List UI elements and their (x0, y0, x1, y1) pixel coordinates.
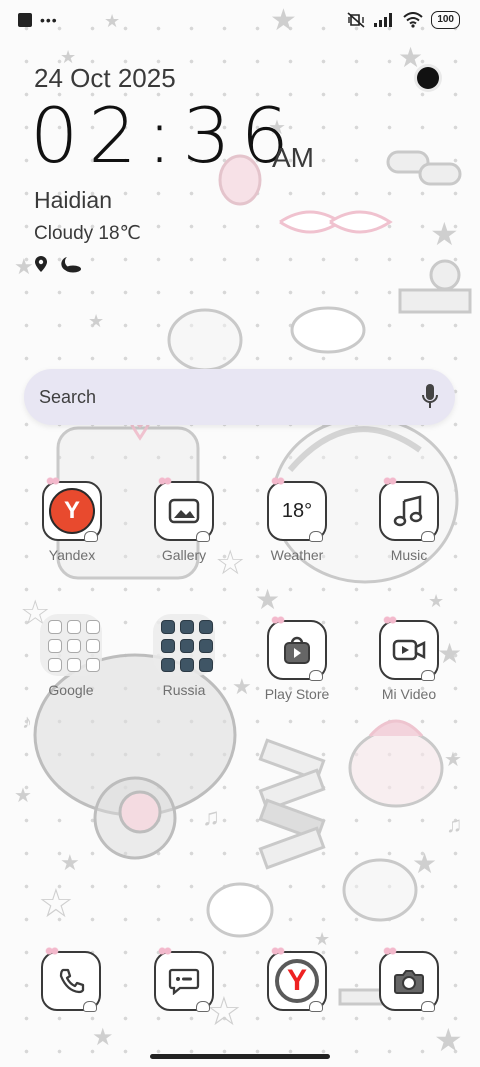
video-camera-icon (379, 615, 439, 681)
weather-icon-temp: 18° (281, 499, 313, 522)
folder-app-thumbnail (161, 639, 175, 653)
camera-icon (379, 946, 439, 1012)
folder-app-thumbnail (67, 658, 81, 672)
star-decoration: ★ (428, 591, 445, 611)
home-gesture-bar[interactable] (150, 1054, 330, 1059)
yandex-icon: Y (42, 476, 102, 542)
folder-app-thumbnail (180, 639, 194, 653)
music-note-decoration: ♫ (446, 812, 463, 837)
star-decoration: ★ (60, 850, 80, 875)
folder-app-thumbnail (48, 639, 62, 653)
folder-icon (153, 614, 215, 676)
star-decoration: ★ (412, 848, 438, 879)
weather-icon: 18° (267, 476, 327, 542)
wifi-icon (403, 12, 423, 28)
app-weather[interactable]: 18° Weather (247, 476, 347, 563)
star-decoration: ★ (434, 1022, 463, 1058)
date-text: 24 Oct 2025 (34, 63, 176, 93)
phone-icon (41, 946, 101, 1012)
star-decoration: ★ (398, 42, 424, 73)
star-decoration: ★ (430, 216, 459, 252)
app-label: Yandex (48, 547, 96, 563)
app-music[interactable]: Music (359, 476, 459, 563)
folder-app-thumbnail (48, 658, 62, 672)
star-decoration: ★ (255, 584, 281, 615)
app-gallery[interactable]: Gallery (134, 476, 234, 563)
clock-time[interactable]: 02:36 (30, 98, 299, 174)
dock-phone[interactable] (21, 946, 121, 1012)
app-label: Gallery (161, 547, 207, 563)
search-label: Search (39, 387, 97, 407)
music-note-decoration: ♫ (202, 804, 220, 831)
more-notifications-icon: ••• (40, 12, 58, 28)
message-icon (154, 946, 214, 1012)
folder-app-thumbnail (199, 658, 213, 672)
app-mi-video[interactable]: Mi Video (359, 615, 459, 702)
app-label: Play Store (264, 686, 330, 702)
app-yandex[interactable]: Y Yandex (22, 476, 122, 563)
folder-app-thumbnail (67, 620, 81, 634)
signal-icon (374, 13, 393, 27)
folder-app-thumbnail (48, 620, 62, 634)
weather-city[interactable]: Haidian (34, 187, 112, 214)
vibrate-off-icon (347, 12, 365, 28)
search-bar[interactable]: Search (24, 369, 455, 425)
battery-indicator: 100 (431, 11, 460, 29)
star-decoration: ★ (14, 785, 32, 807)
star-decoration: ★ (444, 749, 462, 771)
yandex-browser-logo: Y (275, 959, 319, 1003)
folder-google[interactable]: Google (21, 614, 121, 698)
moon-cloud-icon (61, 257, 81, 273)
dock-camera[interactable] (359, 946, 459, 1012)
status-bar: ••• 100 (0, 0, 480, 42)
folder-app-thumbnail (199, 639, 213, 653)
folder-icon (40, 614, 102, 676)
star-decoration: ★ (14, 254, 34, 279)
location-indicators (34, 255, 82, 273)
folder-app-thumbnail (161, 620, 175, 634)
gallery-icon (154, 476, 214, 542)
weather-condition[interactable]: Cloudy 18℃ (34, 222, 141, 245)
folder-app-thumbnail (67, 639, 81, 653)
notification-icon (18, 13, 32, 27)
clock-ampm: AM (272, 142, 314, 173)
folder-russia[interactable]: Russia (134, 614, 234, 698)
music-note-icon (379, 476, 439, 542)
status-indicators: 100 (347, 11, 460, 29)
yandex-logo: Y (49, 488, 95, 534)
folder-app-thumbnail (86, 620, 100, 634)
folder-app-thumbnail (86, 658, 100, 672)
status-notifications: ••• (18, 12, 58, 28)
star-decoration: ★ (314, 929, 331, 949)
app-label: Google (48, 682, 94, 698)
app-label: Weather (270, 547, 324, 563)
play-store-icon (267, 615, 327, 681)
location-pin-icon (35, 256, 47, 272)
folder-app-thumbnail (161, 658, 175, 672)
app-label: Russia (162, 682, 206, 698)
folder-app-thumbnail (180, 620, 194, 634)
star-decoration: ★ (92, 1024, 114, 1051)
folder-app-thumbnail (180, 658, 194, 672)
folder-app-thumbnail (199, 620, 213, 634)
dock-browser[interactable]: Y (247, 946, 347, 1012)
app-label: Music (390, 547, 428, 563)
microphone-icon[interactable] (421, 383, 439, 411)
front-camera-cutout (417, 67, 439, 89)
star-decoration: ★ (88, 311, 105, 331)
folder-app-thumbnail (86, 639, 100, 653)
dock-messages[interactable] (134, 946, 234, 1012)
star-decoration: ☆ (38, 882, 74, 926)
app-label: Mi Video (381, 686, 437, 702)
app-play-store[interactable]: Play Store (247, 615, 347, 702)
yandex-browser-icon: Y (267, 946, 327, 1012)
music-note-decoration: ♪ (22, 711, 32, 733)
